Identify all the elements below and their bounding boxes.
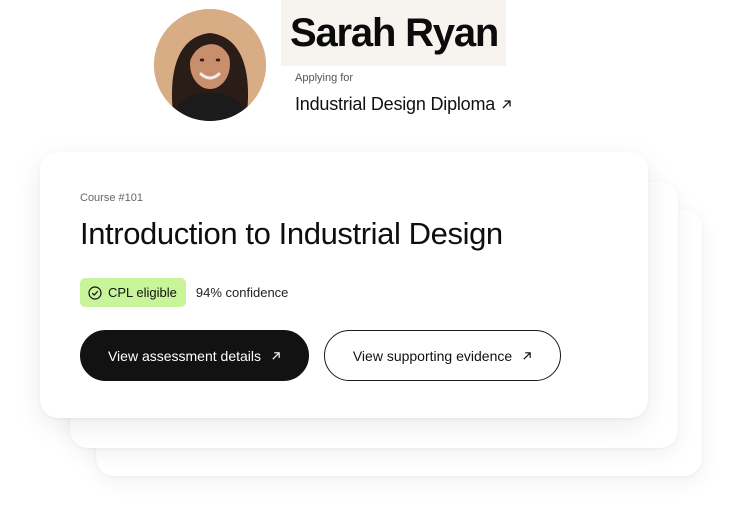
view-supporting-evidence-button[interactable]: View supporting evidence [324, 330, 561, 381]
arrow-up-right-icon [271, 351, 281, 361]
avatar-photo [154, 9, 266, 121]
check-circle-icon [88, 285, 102, 300]
cpl-eligible-badge: CPL eligible [80, 278, 186, 307]
applying-for-label: Applying for [295, 72, 354, 84]
applicant-name: Sarah Ryan [290, 11, 499, 55]
program-link[interactable]: Industrial Design Diploma [295, 94, 512, 115]
arrow-up-right-icon [501, 99, 512, 110]
course-card: Course #101 Introduction to Industrial D… [40, 152, 648, 418]
avatar [154, 9, 266, 121]
arrow-up-right-icon [522, 351, 532, 361]
view-assessment-details-button[interactable]: View assessment details [80, 330, 309, 381]
course-title: Introduction to Industrial Design [80, 216, 503, 251]
primary-button-label: View assessment details [107, 347, 262, 364]
badge-label: CPL eligible [108, 285, 177, 300]
program-link-label: Industrial Design Diploma [295, 94, 496, 114]
applicant-name-box: Sarah Ryan [281, 0, 506, 66]
confidence-score: 94% confidence [195, 285, 289, 300]
secondary-button-label: View supporting evidence [352, 347, 513, 364]
eligibility-row: CPL eligible 94% confidence [80, 278, 288, 307]
course-number: Course #101 [80, 192, 143, 204]
